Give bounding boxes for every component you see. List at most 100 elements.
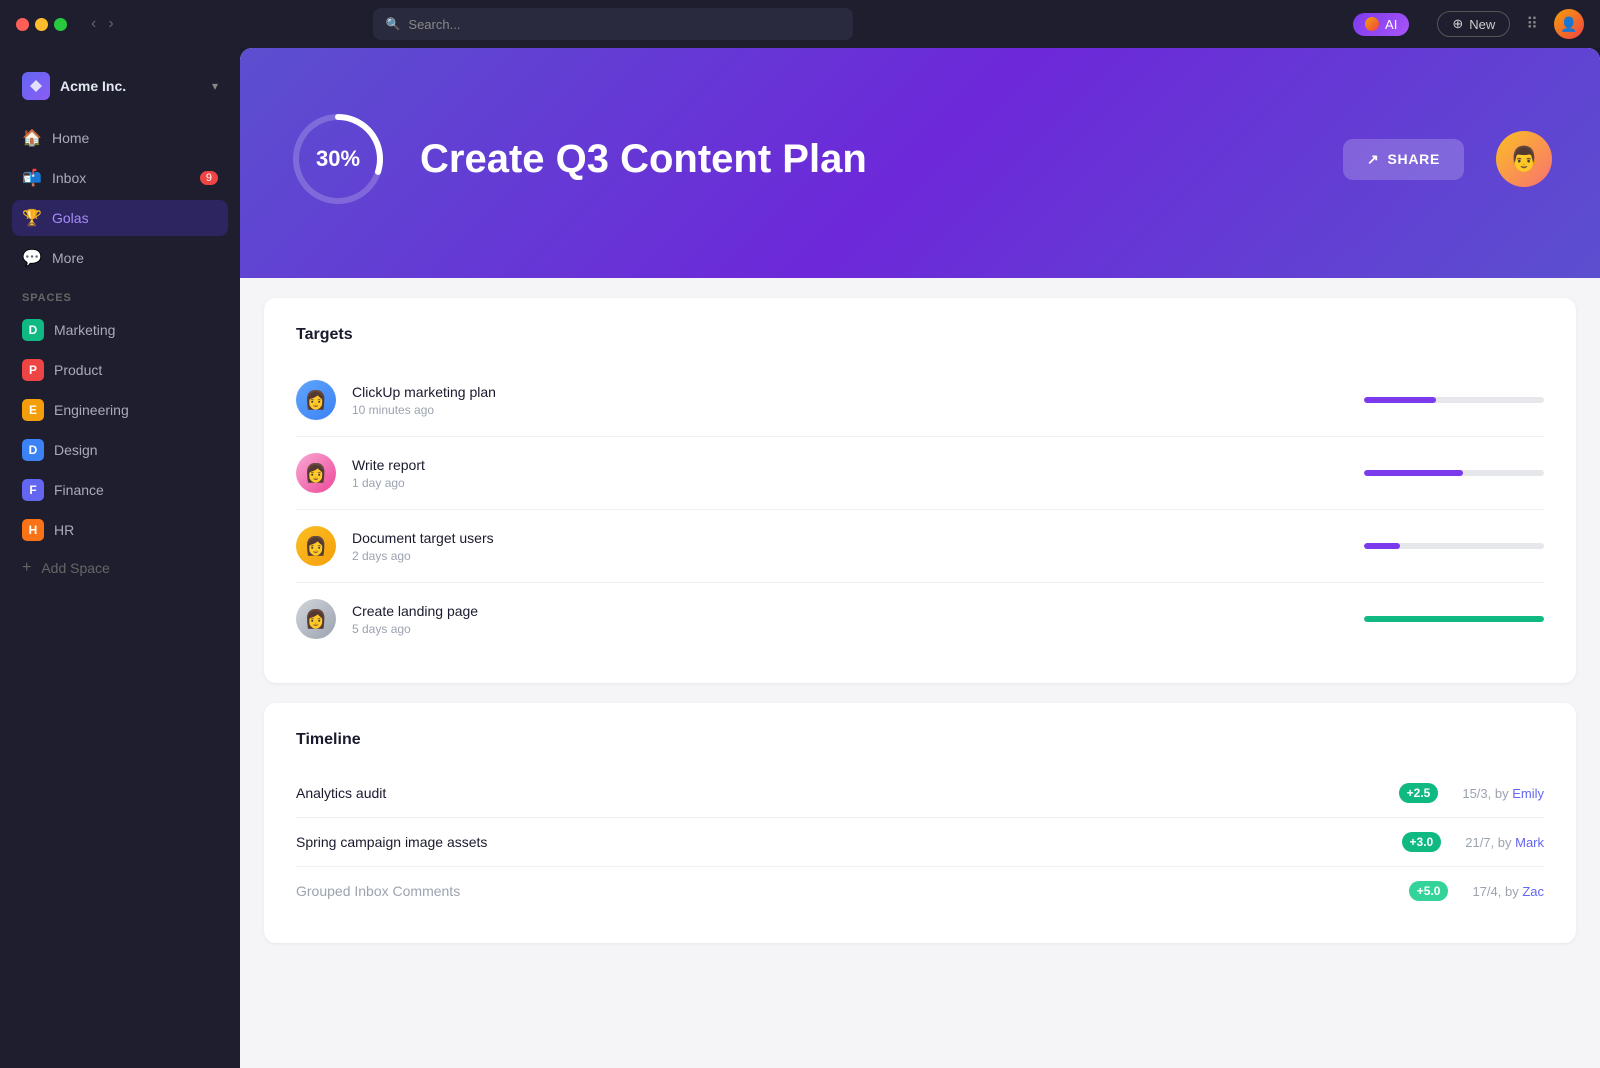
maximize-button[interactable] [54,18,67,31]
target-avatar: 👩 [296,526,336,566]
sidebar: Acme Inc. ▾ 🏠 Home 📬 Inbox 9 🏆 Golas 💬 M… [0,48,240,1068]
progress-bar-wrap [1364,543,1544,549]
minimize-button[interactable] [35,18,48,31]
main-layout: Acme Inc. ▾ 🏠 Home 📬 Inbox 9 🏆 Golas 💬 M… [0,48,1600,1068]
target-info: Write report 1 day ago [352,457,1348,490]
progress-bar-bg [1364,543,1544,549]
spaces-section-label: Spaces [12,280,228,308]
space-label: HR [54,522,74,538]
timeline-card: Timeline Analytics audit +2.5 15/3, by E… [264,703,1576,943]
timeline-meta: 15/3, by Emily [1438,786,1544,801]
timeline-item-name: Grouped Inbox Comments [296,883,1399,899]
close-button[interactable] [16,18,29,31]
sidebar-item-more[interactable]: 💬 More [12,240,228,276]
space-dot-marketing: D [22,319,44,341]
home-icon: 🏠 [22,128,42,148]
space-item-hr[interactable]: H HR [12,512,228,548]
target-info: Create landing page 5 days ago [352,603,1348,636]
sidebar-item-inbox[interactable]: 📬 Inbox 9 [12,160,228,196]
timeline-badge: +2.5 [1399,783,1439,803]
timeline-badge: +3.0 [1402,832,1442,852]
space-item-design[interactable]: D Design [12,432,228,468]
space-dot-finance: F [22,479,44,501]
space-label: Product [54,362,102,378]
ai-label: AI [1385,17,1397,32]
sections: Targets 👩 ClickUp marketing plan 10 minu… [240,298,1600,983]
forward-arrow[interactable]: › [104,13,117,35]
timeline-row[interactable]: Grouped Inbox Comments +5.0 17/4, by Zac [296,867,1544,915]
sidebar-item-label: Inbox [52,170,86,186]
space-item-engineering[interactable]: E Engineering [12,392,228,428]
inbox-badge: 9 [200,171,218,185]
space-dot-design: D [22,439,44,461]
timeline-row[interactable]: Analytics audit +2.5 15/3, by Emily [296,769,1544,818]
target-row[interactable]: 👩 Create landing page 5 days ago [296,583,1544,655]
progress-bar-fill [1364,616,1544,622]
chevron-down-icon: ▾ [212,79,218,93]
target-name: Create landing page [352,603,1348,619]
nav-arrows: ‹ › [87,13,118,35]
back-arrow[interactable]: ‹ [87,13,100,35]
sidebar-item-home[interactable]: 🏠 Home [12,120,228,156]
target-row[interactable]: 👩 Document target users 2 days ago [296,510,1544,583]
add-space-button[interactable]: + Add Space [12,552,228,584]
workspace-header[interactable]: Acme Inc. ▾ [12,64,228,108]
target-avatar: 👩 [296,380,336,420]
target-row[interactable]: 👩 ClickUp marketing plan 10 minutes ago [296,364,1544,437]
workspace-logo [22,72,50,100]
share-button[interactable]: ↗ SHARE [1343,139,1464,180]
ai-badge[interactable]: AI [1353,13,1409,36]
sidebar-item-goals[interactable]: 🏆 Golas [12,200,228,236]
target-time: 5 days ago [352,622,1348,636]
share-label: SHARE [1387,151,1440,167]
titlebar: ‹ › 🔍 Search... AI ⊕ New ⠿ 👤 [0,0,1600,48]
progress-circle: 30% [288,109,388,209]
plus-icon: + [22,559,31,577]
timeline-row[interactable]: Spring campaign image assets +3.0 21/7, … [296,818,1544,867]
timeline-author: Mark [1515,835,1544,850]
space-item-product[interactable]: P Product [12,352,228,388]
goals-icon: 🏆 [22,208,42,228]
progress-text: 30% [316,146,360,172]
ai-icon [1365,17,1379,31]
search-bar[interactable]: 🔍 Search... [373,8,853,40]
target-name: ClickUp marketing plan [352,384,1348,400]
target-avatar: 👩 [296,599,336,639]
progress-bar-bg [1364,616,1544,622]
inbox-icon: 📬 [22,168,42,188]
space-item-finance[interactable]: F Finance [12,472,228,508]
progress-bar-bg [1364,397,1544,403]
space-label: Marketing [54,322,115,338]
new-button[interactable]: ⊕ New [1437,11,1510,37]
timeline-author: Emily [1512,786,1544,801]
progress-bar-fill [1364,397,1436,403]
space-label: Engineering [54,402,129,418]
progress-bar-wrap [1364,470,1544,476]
progress-bar-bg [1364,470,1544,476]
timeline-badge: +5.0 [1409,881,1449,901]
hero-title: Create Q3 Content Plan [420,137,1311,182]
timeline-meta: 17/4, by Zac [1448,884,1544,899]
plus-icon: ⊕ [1452,16,1463,32]
share-icon: ↗ [1367,151,1379,168]
space-dot-engineering: E [22,399,44,421]
sidebar-item-label: Golas [52,210,89,226]
hero-avatar: 👨 [1496,131,1552,187]
target-name: Document target users [352,530,1348,546]
space-dot-hr: H [22,519,44,541]
traffic-lights [16,18,67,31]
user-avatar[interactable]: 👤 [1554,9,1584,39]
space-item-marketing[interactable]: D Marketing [12,312,228,348]
grid-icon[interactable]: ⠿ [1526,14,1538,34]
target-info: Document target users 2 days ago [352,530,1348,563]
progress-bar-wrap [1364,397,1544,403]
target-row[interactable]: 👩 Write report 1 day ago [296,437,1544,510]
add-space-label: Add Space [41,560,110,576]
workspace-name: Acme Inc. [60,78,202,94]
target-name: Write report [352,457,1348,473]
target-info: ClickUp marketing plan 10 minutes ago [352,384,1348,417]
hero-section: 30% Create Q3 Content Plan ↗ SHARE 👨 [240,48,1600,278]
new-label: New [1469,17,1495,32]
progress-bar-fill [1364,470,1463,476]
targets-card: Targets 👩 ClickUp marketing plan 10 minu… [264,298,1576,683]
